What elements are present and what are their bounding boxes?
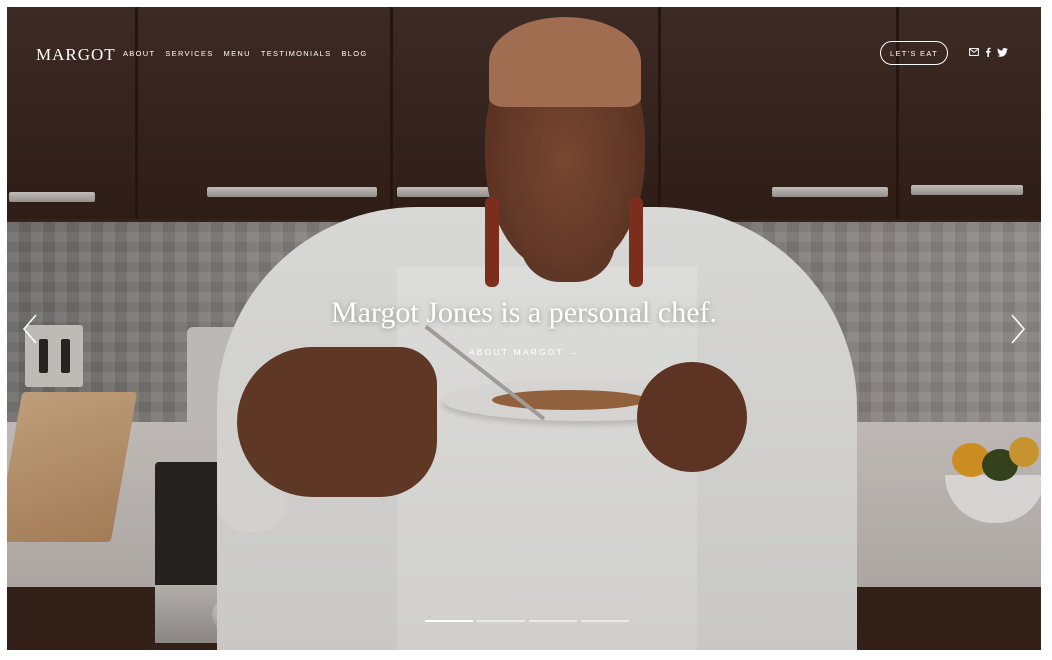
main-nav: ABOUT SERVICES MENU TESTIMONIALS BLOG <box>123 49 368 58</box>
chevron-right-icon[interactable] <box>1009 313 1027 345</box>
nav-item-menu[interactable]: MENU <box>224 49 251 58</box>
slide-indicators <box>425 620 629 622</box>
nav-item-blog[interactable]: BLOG <box>341 49 367 58</box>
about-margot-link[interactable]: ABOUT MARGOT → <box>7 347 1041 357</box>
slide-indicator-2[interactable] <box>477 620 525 622</box>
hero-slideshow: MARGOT ABOUT SERVICES MENU TESTIMONIALS … <box>7 7 1041 650</box>
nav-item-services[interactable]: SERVICES <box>165 49 213 58</box>
slide-indicator-1[interactable] <box>425 620 473 622</box>
mail-icon[interactable] <box>969 48 979 56</box>
lets-eat-button[interactable]: LET'S EAT <box>880 41 948 65</box>
chevron-left-icon[interactable] <box>21 313 39 345</box>
hero-headline: Margot Jones is a personal chef. <box>330 296 717 329</box>
nav-item-about[interactable]: ABOUT <box>123 49 155 58</box>
slide-indicator-3[interactable] <box>529 620 577 622</box>
twitter-icon[interactable] <box>997 47 1008 57</box>
site-logo[interactable]: MARGOT <box>36 45 116 65</box>
social-links <box>969 47 1008 57</box>
nav-item-testimonials[interactable]: TESTIMONIALS <box>261 49 332 58</box>
slide-indicator-4[interactable] <box>581 620 629 622</box>
facebook-icon[interactable] <box>985 47 991 57</box>
